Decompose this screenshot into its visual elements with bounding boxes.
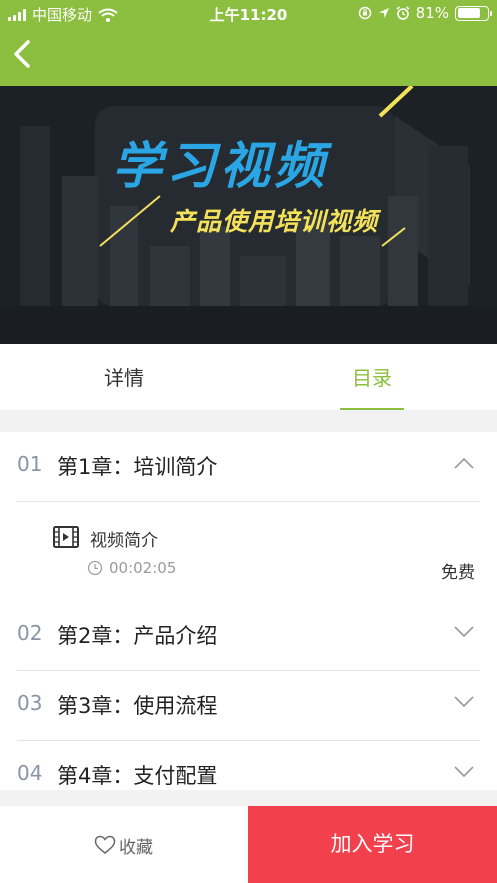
- chapter-2[interactable]: 02 第2章：产品介绍: [0, 601, 497, 671]
- tab-bar: 详情 目录: [0, 344, 497, 410]
- chapter-number: 03: [17, 691, 43, 715]
- location-icon: [378, 8, 389, 18]
- chevron-down-icon[interactable]: [453, 765, 475, 779]
- lesson-duration: 00:02:05: [109, 559, 177, 577]
- lesson-price-badge: 免费: [441, 563, 475, 583]
- battery-percent: 81%: [415, 4, 449, 22]
- heart-icon: [94, 835, 116, 854]
- chevron-left-icon[interactable]: [8, 36, 38, 72]
- video-icon: [53, 526, 79, 548]
- battery-icon: [455, 5, 492, 21]
- chapter-number: 02: [17, 621, 43, 645]
- favorite-label: 收藏: [119, 838, 153, 858]
- lesson-title: 视频简介: [90, 531, 158, 551]
- chevron-up-icon[interactable]: [453, 456, 475, 470]
- chapter-title: 第3章：使用流程: [57, 694, 218, 718]
- banner-title: 学习视频: [112, 137, 328, 195]
- chapter-title: 第4章：支付配置: [57, 764, 218, 788]
- chapter-1[interactable]: 01 第1章：培训简介: [0, 432, 497, 502]
- banner-subtitle: 产品使用培训视频: [170, 207, 379, 236]
- lesson-item[interactable]: 视频简介 00:02:05 免费: [0, 502, 497, 598]
- alarm-icon: [396, 6, 410, 20]
- chapter-title: 第1章：培训简介: [57, 455, 218, 479]
- favorite-button[interactable]: 收藏: [0, 806, 248, 883]
- chevron-down-icon[interactable]: [453, 625, 475, 639]
- chevron-down-icon[interactable]: [453, 695, 475, 709]
- chapter-number: 04: [17, 761, 43, 785]
- section-divider: [0, 410, 497, 432]
- chapter-title: 第2章：产品介绍: [57, 624, 218, 648]
- join-study-button[interactable]: 加入学习: [248, 806, 497, 883]
- course-banner: 学习视频 产品使用培训视频: [0, 86, 497, 344]
- chapter-3[interactable]: 03 第3章：使用流程: [0, 671, 497, 741]
- clock-icon: [87, 560, 103, 576]
- tab-catalog[interactable]: 目录: [248, 344, 496, 410]
- top-bar: 中国移动 上午11:20 81%: [0, 0, 497, 86]
- chapter-number: 01: [17, 452, 43, 476]
- rotation-lock-icon: [358, 6, 371, 20]
- status-bar: 中国移动 上午11:20 81%: [0, 0, 497, 28]
- tab-details[interactable]: 详情: [0, 344, 248, 410]
